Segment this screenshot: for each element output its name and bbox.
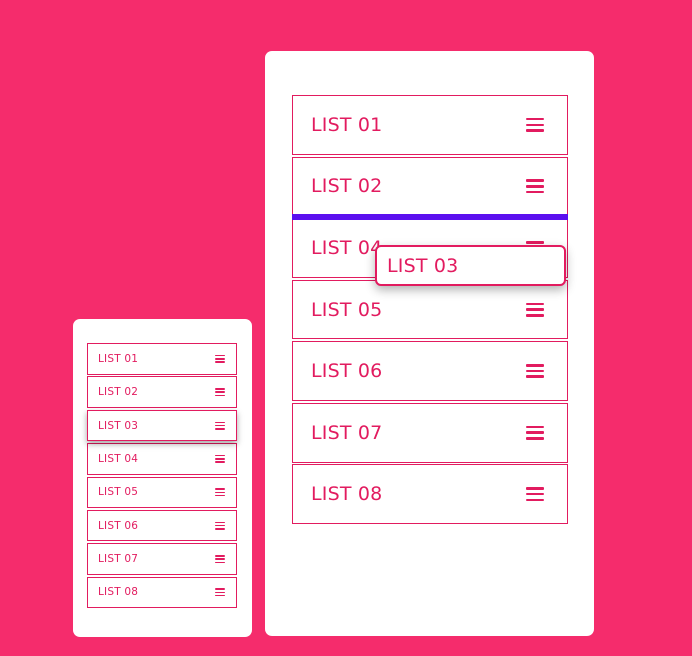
drag-handle-icon[interactable]: [215, 388, 225, 397]
drag-handle-icon[interactable]: [526, 117, 544, 132]
drag-handle-icon[interactable]: [526, 302, 544, 317]
list-item-label: LIST 04: [98, 452, 139, 465]
list-item-label: LIST 04: [311, 236, 383, 259]
list-item[interactable]: LIST 05: [292, 279, 568, 340]
list-item-label: LIST 07: [311, 421, 383, 444]
list-item[interactable]: LIST 01: [292, 95, 568, 155]
list-item-label: LIST 01: [311, 113, 383, 136]
large-list-card: LIST 01 LIST 02 LIST 04 LIST 05 LIST 06 …: [265, 51, 594, 636]
small-sortable-list: LIST 01 LIST 02 LIST 03 LIST 04 LIST 05 …: [87, 343, 237, 609]
list-item-label: LIST 01: [98, 352, 139, 365]
drag-handle-icon[interactable]: [526, 487, 544, 502]
list-item-label: LIST 05: [311, 298, 383, 321]
drop-indicator: [292, 214, 568, 220]
list-item-selected[interactable]: LIST 03: [87, 409, 237, 442]
dragged-item-label: LIST 03: [387, 254, 459, 277]
list-item[interactable]: LIST 04: [87, 443, 237, 475]
drag-handle-icon[interactable]: [215, 354, 225, 363]
list-item[interactable]: LIST 02: [292, 156, 568, 217]
large-sortable-list: LIST 01 LIST 02 LIST 04 LIST 05 LIST 06 …: [292, 95, 568, 525]
list-item[interactable]: LIST 06: [87, 509, 237, 542]
list-item[interactable]: LIST 08: [87, 576, 237, 609]
list-item-label: LIST 02: [98, 386, 139, 399]
drag-handle-icon[interactable]: [526, 425, 544, 440]
list-item[interactable]: LIST 07: [87, 543, 237, 575]
dragged-list-item[interactable]: LIST 03: [375, 245, 566, 286]
list-item-label: LIST 08: [98, 586, 139, 599]
list-item-label: LIST 06: [311, 360, 383, 383]
drag-handle-icon[interactable]: [215, 488, 225, 497]
list-item-label: LIST 08: [311, 483, 383, 506]
list-item[interactable]: LIST 01: [87, 343, 237, 375]
drag-handle-icon[interactable]: [526, 179, 544, 194]
list-item[interactable]: LIST 08: [292, 464, 568, 525]
drag-handle-icon[interactable]: [215, 454, 225, 463]
list-item-label: LIST 03: [98, 419, 139, 432]
list-item[interactable]: LIST 07: [292, 402, 568, 463]
list-item[interactable]: LIST 06: [292, 341, 568, 401]
drag-handle-icon[interactable]: [215, 521, 225, 530]
list-item-label: LIST 07: [98, 553, 139, 566]
drag-handle-icon[interactable]: [215, 588, 225, 597]
drag-handle-icon[interactable]: [526, 364, 544, 379]
list-item-label: LIST 05: [98, 486, 139, 499]
list-item-label: LIST 06: [98, 519, 139, 532]
list-item-label: LIST 02: [311, 175, 383, 198]
drag-handle-icon[interactable]: [215, 555, 225, 564]
list-item[interactable]: LIST 05: [87, 476, 237, 509]
small-list-card: LIST 01 LIST 02 LIST 03 LIST 04 LIST 05 …: [73, 319, 252, 637]
drag-handle-icon[interactable]: [215, 421, 225, 430]
list-item[interactable]: LIST 02: [87, 376, 237, 408]
